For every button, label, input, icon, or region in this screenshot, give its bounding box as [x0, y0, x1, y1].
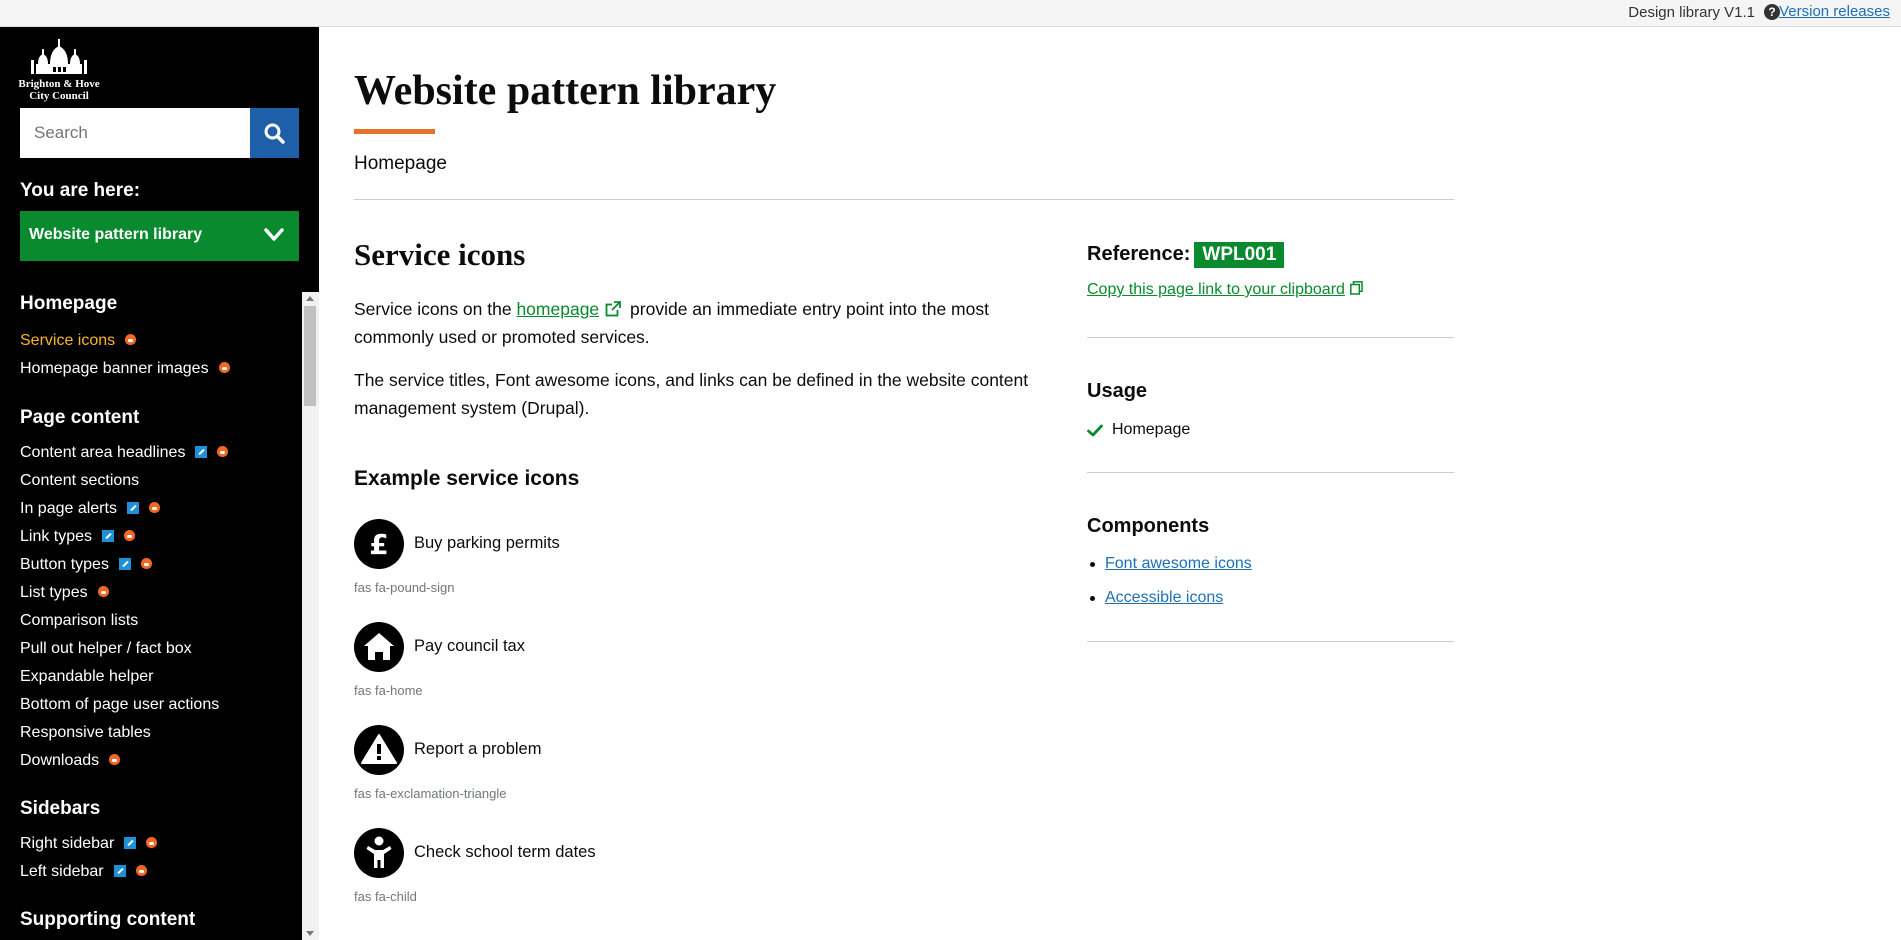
nav-heading-page-content[interactable]: Page content — [20, 407, 139, 429]
version-releases-link[interactable]: Version releases — [1779, 3, 1890, 20]
title-accent-rule — [354, 129, 435, 134]
question-circle-icon: ? — [1764, 4, 1780, 20]
check-icon — [1087, 424, 1103, 437]
edit-icon — [195, 445, 208, 458]
search-input[interactable] — [20, 108, 250, 158]
sidebar-item-responsive-tables[interactable]: Responsive tables — [20, 723, 151, 743]
service-item[interactable]: Pay council tax fas fa-home — [354, 622, 754, 702]
sidebar-scrollbar[interactable] — [302, 292, 319, 940]
drupal-icon — [146, 837, 158, 849]
sidebar-item-pull-out-helper[interactable]: Pull out helper / fact box — [20, 639, 192, 659]
service-icon-class: fas fa-child — [354, 889, 417, 904]
exclamation-triangle-icon — [354, 725, 404, 775]
header-divider — [354, 199, 1454, 200]
sidebar-item-comparison-lists[interactable]: Comparison lists — [20, 611, 138, 631]
drupal-icon — [124, 530, 136, 542]
nav-heading-homepage[interactable]: Homepage — [20, 293, 117, 315]
page-title: Website pattern library — [354, 68, 777, 114]
service-label: Report a problem — [414, 740, 542, 758]
intro-paragraph: Service icons on the homepage provide an… — [354, 299, 989, 347]
sidebar-item-downloads[interactable]: Downloads — [20, 751, 121, 771]
sidebar-item-left-sidebar[interactable]: Left sidebar — [20, 862, 147, 882]
drupal-icon — [148, 502, 160, 514]
section-title: Service icons — [354, 237, 526, 272]
edit-icon — [126, 501, 139, 514]
examples-title: Example service icons — [354, 467, 580, 490]
drupal-icon — [109, 754, 121, 766]
service-item[interactable]: Report a problem fas fa-exclamation-tria… — [354, 725, 754, 805]
sidebar-item-content-sections[interactable]: Content sections — [20, 471, 139, 491]
section-selector[interactable]: Website pattern library — [20, 211, 299, 261]
service-icon-class: fas fa-pound-sign — [354, 580, 455, 595]
sidebar-item-list-types[interactable]: List types — [20, 583, 109, 603]
sidebar-item-link-types[interactable]: Link types — [20, 527, 136, 547]
breadcrumb: Homepage — [354, 153, 447, 174]
copy-icon — [1349, 281, 1363, 295]
reference-badge: WPL001 — [1194, 242, 1285, 268]
nav-heading-supporting-content[interactable]: Supporting content — [20, 909, 195, 931]
search-icon — [264, 123, 285, 144]
service-label: Buy parking permits — [414, 534, 560, 552]
service-item[interactable]: Check school term dates fas fa-child — [354, 828, 754, 908]
cms-paragraph: The service titles, Font awesome icons, … — [354, 370, 1029, 418]
drupal-icon — [217, 446, 229, 458]
sidebar-item-expandable-helper[interactable]: Expandable helper — [20, 667, 153, 687]
search-button[interactable] — [250, 108, 299, 158]
drupal-icon — [140, 558, 152, 570]
scroll-up-arrow-icon[interactable] — [306, 296, 314, 301]
service-item[interactable]: £ Buy parking permits fas fa-pound-sign — [354, 519, 754, 599]
aside-divider — [1087, 472, 1454, 473]
reference-label: Reference: — [1087, 243, 1191, 265]
sidebar-item-homepage-banner-images[interactable]: Homepage banner images — [20, 359, 230, 379]
external-link-icon — [605, 301, 622, 317]
usage-heading: Usage — [1087, 380, 1148, 402]
drupal-icon — [125, 334, 137, 346]
drupal-icon — [135, 865, 147, 877]
aside-divider — [1087, 641, 1454, 642]
sidebar-item-bottom-of-page-user-actions[interactable]: Bottom of page user actions — [20, 695, 219, 715]
homepage-link[interactable]: homepage — [516, 299, 599, 319]
search-box — [20, 108, 299, 158]
council-logo[interactable]: Brighton & Hove City Council — [14, 36, 104, 102]
service-label: Pay council tax — [414, 637, 525, 655]
reference: Reference: WPL001 — [1087, 242, 1285, 268]
pavilion-logo-icon — [31, 39, 87, 74]
top-bar: Design library V1.1 ? Version releases — [0, 0, 1901, 27]
edit-icon — [113, 864, 126, 877]
child-icon — [354, 828, 404, 878]
accessible-icons-link[interactable]: Accessible icons — [1105, 589, 1223, 607]
edit-icon — [124, 836, 137, 849]
components-heading: Components — [1087, 515, 1210, 537]
section-selector-value: Website pattern library — [29, 226, 203, 243]
drupal-icon — [218, 362, 230, 374]
service-icon-class: fas fa-home — [354, 683, 423, 698]
scrollbar-thumb[interactable] — [304, 306, 316, 406]
sidebar-item-service-icons[interactable]: Service icons — [20, 331, 137, 351]
aside-divider — [1087, 337, 1454, 338]
sidebar-item-content-area-headlines[interactable]: Content area headlines — [20, 443, 229, 463]
left-navigation-sidebar: Brighton & Hove City Council You are her… — [0, 27, 319, 940]
sidebar-item-in-page-alerts[interactable]: In page alerts — [20, 499, 160, 519]
design-library-version: Design library V1.1 — [1628, 4, 1755, 21]
font-awesome-icons-link[interactable]: Font awesome icons — [1105, 555, 1252, 573]
service-label: Check school term dates — [414, 843, 596, 861]
scroll-down-arrow-icon[interactable] — [306, 931, 314, 936]
drupal-icon — [97, 586, 109, 598]
edit-icon — [118, 557, 131, 570]
logo-text-line1: Brighton & Hove — [18, 78, 100, 90]
chevron-down-icon — [264, 228, 284, 241]
you-are-here-label: You are here: — [20, 180, 141, 201]
logo-text-line2: City Council — [29, 90, 89, 102]
edit-icon — [102, 529, 115, 542]
nav-heading-sidebars[interactable]: Sidebars — [20, 798, 100, 820]
sidebar-item-right-sidebar[interactable]: Right sidebar — [20, 834, 158, 854]
service-icon-class: fas fa-exclamation-triangle — [354, 786, 507, 801]
svg-text:£: £ — [369, 528, 388, 561]
copy-page-link[interactable]: Copy this page link to your clipboard — [1087, 281, 1363, 299]
pound-sign-icon: £ — [354, 519, 404, 569]
home-icon — [354, 622, 404, 672]
sidebar-item-button-types[interactable]: Button types — [20, 555, 152, 575]
